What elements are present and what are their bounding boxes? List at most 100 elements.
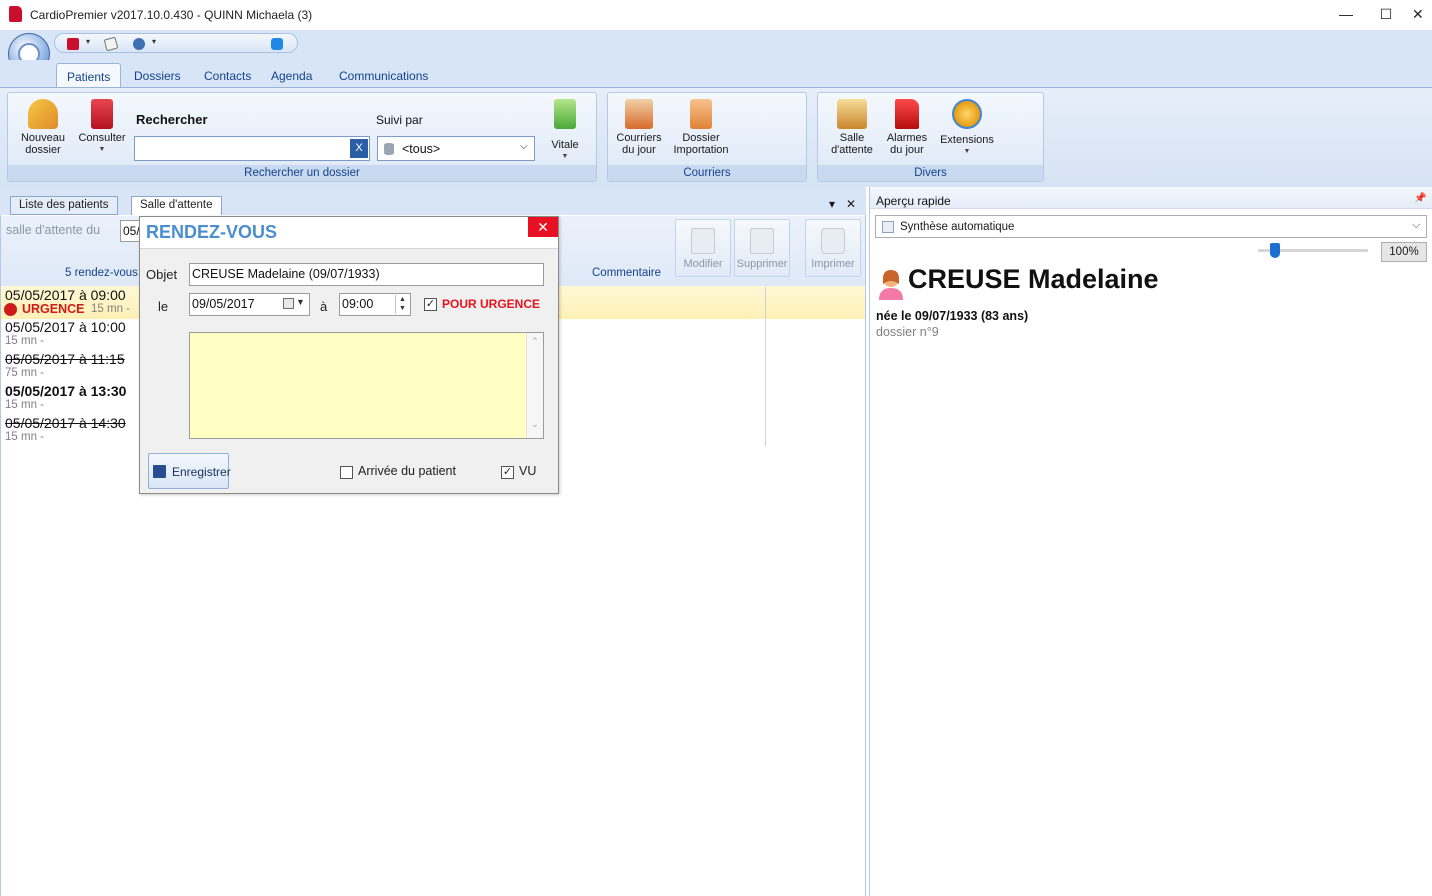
consult-button[interactable]: Consulter ▼	[74, 99, 130, 156]
document-icon	[882, 221, 894, 233]
clear-search-button[interactable]: X	[350, 139, 368, 158]
chevron-down-icon[interactable]: ▼	[296, 297, 305, 307]
tab-agenda[interactable]: Agenda	[261, 63, 322, 88]
group-misc-caption: Divers	[818, 165, 1043, 181]
followed-by-label: Suivi par	[376, 113, 423, 127]
print-label: Imprimer	[811, 258, 855, 270]
tab-dossiers[interactable]: Dossiers	[124, 63, 191, 88]
delete-button[interactable]: Supprimer	[734, 219, 790, 277]
chevron-up-icon[interactable]: ⌃	[527, 336, 543, 347]
new-file-button[interactable]: Nouveau dossier	[12, 99, 74, 156]
modify-button[interactable]: Modifier	[675, 219, 731, 277]
arrival-label: Arrivée du patient	[358, 464, 456, 478]
save-button[interactable]: Enregistrer	[148, 453, 231, 489]
time-spinner[interactable]: ▲ ▼	[395, 295, 409, 314]
appointment-duration: 15 mn -	[5, 335, 44, 347]
calendar-icon[interactable]	[283, 298, 294, 309]
save-label: Enregistrer	[172, 465, 231, 479]
edit-file-icon	[691, 228, 715, 254]
group-misc: Salle d'attente Alarmes du jour Extensio…	[817, 92, 1044, 182]
window-title: CardioPremier v2017.10.0.430 - QUINN Mic…	[30, 8, 313, 22]
close-panel-icon[interactable]: ✕	[846, 197, 856, 211]
appointment-dialog: RENDEZ-VOUS ✕ Objet CREUSE Madelaine (09…	[139, 216, 559, 494]
patient-name: CREUSE Madelaine	[908, 264, 1159, 294]
chevron-down-icon: ▼	[98, 146, 106, 153]
print-button[interactable]: Imprimer	[805, 219, 861, 277]
mail-icon[interactable]	[103, 36, 119, 52]
search-input[interactable]	[134, 136, 370, 161]
import-file-button[interactable]: Dossier Importation	[670, 99, 732, 156]
column-divider	[765, 286, 766, 446]
chevron-down-icon: ⌵	[1412, 219, 1421, 231]
chevron-down-icon[interactable]: ▾	[152, 37, 156, 46]
view-mode-select[interactable]: Synthèse automatique ⌵	[875, 215, 1427, 238]
close-window-button[interactable]: ✕	[1412, 4, 1432, 24]
database-icon	[384, 143, 394, 155]
date-value: 09/05/2017	[192, 297, 255, 311]
time-value: 09:00	[342, 297, 374, 311]
today-mail-button[interactable]: Courriers du jour	[612, 99, 666, 156]
import-label-2: Importation	[673, 144, 729, 156]
object-input[interactable]: CREUSE Madelaine (09/07/1933)	[189, 263, 544, 286]
appointment-time[interactable]: 05/05/2017 à 11:15	[5, 351, 125, 367]
appointment-time[interactable]: 05/05/2017 à 10:00	[5, 319, 126, 335]
followed-by-select[interactable]: <tous>	[377, 136, 535, 161]
minimize-button[interactable]: —	[1332, 4, 1360, 24]
date-label: le	[158, 299, 169, 314]
dialog-header: RENDEZ-VOUS ✕	[140, 217, 558, 249]
view-mode-value: Synthèse automatique	[900, 221, 1015, 233]
vitale-button[interactable]: Vitale ▼	[543, 99, 587, 163]
today-mail-label-2: du jour	[622, 144, 656, 156]
alarms-button[interactable]: Alarmes du jour	[882, 99, 932, 156]
waiting-label-1: Salle	[839, 132, 865, 144]
chevron-down-icon: ▼	[561, 153, 569, 160]
tab-patients-list[interactable]: Liste des patients	[10, 196, 118, 215]
appointment-time[interactable]: 05/05/2017 à 14:30	[5, 415, 126, 431]
app-icon	[9, 6, 22, 22]
pin-icon[interactable]: 📌	[1414, 193, 1426, 204]
waiting-label-2: d'attente	[831, 144, 873, 156]
seen-checkbox[interactable]: ✓	[501, 466, 514, 479]
tab-waiting-room[interactable]: Salle d'attente	[131, 196, 222, 216]
chevron-down-icon: ⌵	[520, 141, 528, 152]
chevron-down-icon: ▼	[963, 148, 971, 155]
extensions-button[interactable]: Extensions ▼	[936, 99, 998, 158]
maximize-button[interactable]: ☐	[1372, 4, 1400, 24]
zoom-slider-thumb[interactable]	[1269, 243, 1280, 258]
extensions-label: Extensions	[940, 134, 994, 146]
notes-scrollbar[interactable]: ⌃ ⌄	[526, 333, 543, 438]
group-search: Nouveau dossier Consulter ▼ Rechercher X…	[7, 92, 597, 182]
zoom-reset-button[interactable]: 100%	[1381, 242, 1427, 262]
dialog-title: RENDEZ-VOUS	[146, 222, 278, 242]
tab-communications[interactable]: Communications	[329, 63, 438, 88]
close-dialog-button[interactable]: ✕	[528, 217, 558, 237]
tab-patients[interactable]: Patients	[56, 63, 122, 88]
time-label: à	[320, 299, 328, 314]
quick-view-title: Aperçu rapide	[876, 194, 951, 208]
patient-file-number: dossier n°9	[876, 325, 939, 339]
teamviewer-icon[interactable]	[271, 38, 283, 50]
appointment-duration: 15 mn -	[91, 303, 130, 315]
import-label-1: Dossier	[682, 132, 720, 144]
appointment-duration: 15 mn -	[5, 431, 44, 443]
record-icon[interactable]	[67, 38, 79, 50]
waiting-room-button[interactable]: Salle d'attente	[824, 99, 880, 156]
floppy-disk-icon	[153, 465, 166, 478]
quick-view-header	[870, 187, 1432, 209]
notes-textarea[interactable]: ⌃ ⌄	[189, 332, 544, 439]
tab-contacts[interactable]: Contacts	[194, 63, 261, 88]
globe-icon[interactable]	[133, 38, 145, 50]
urgent-label: POUR URGENCE	[442, 297, 541, 311]
arrival-checkbox[interactable]	[340, 466, 353, 479]
appointment-time[interactable]: 05/05/2017 à 09:00	[5, 287, 126, 303]
patient-birth: née le 09/07/1933 (83 ans)	[876, 309, 1029, 323]
chevron-down-icon[interactable]: ▾	[86, 37, 90, 46]
urgent-checkbox[interactable]: ✓	[424, 298, 437, 311]
appointment-time[interactable]: 05/05/2017 à 13:30	[5, 383, 126, 399]
chevron-down-icon[interactable]: ⌄	[527, 419, 543, 430]
file-red-icon	[91, 99, 113, 129]
delete-file-icon	[750, 228, 774, 254]
panel-menu-icon[interactable]: ▾	[829, 197, 835, 211]
urgent-icon	[4, 303, 17, 316]
urgent-badge: URGENCE	[22, 302, 85, 316]
